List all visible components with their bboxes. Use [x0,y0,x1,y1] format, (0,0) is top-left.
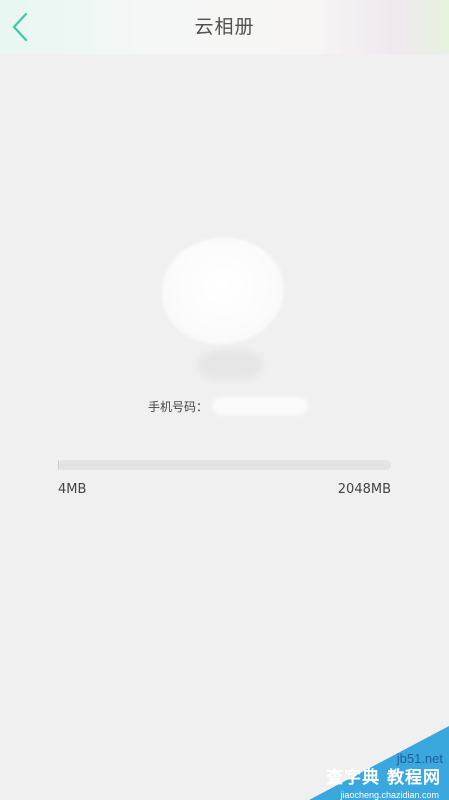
avatar [162,238,284,344]
user-name-redacted [198,350,262,380]
storage-progress-fill [58,460,59,470]
storage-progress-bar [58,460,391,470]
watermark-main: 查字典 教程网 [326,768,441,788]
watermark-url: jiaocheng.chazidian.com [340,790,439,800]
watermark: jb51.net 查字典 教程网 jiaocheng.chazidian.com [309,726,449,800]
page-title: 云相册 [194,16,255,38]
phone-number-row: 手机号码： [148,396,309,416]
phone-number-label: 手机号码： [148,399,209,414]
chevron-left-icon [12,12,28,42]
header-bar: 云相册 [0,0,449,54]
storage-used-label: 4MB [58,482,87,497]
cloud-album-screen: 云相册 手机号码： 4MB 2048MB jb51.net 查字典 教程网 ji… [0,0,449,800]
storage-total-label: 2048MB [337,482,391,497]
phone-number-redacted [212,397,309,415]
back-button[interactable] [6,8,40,46]
